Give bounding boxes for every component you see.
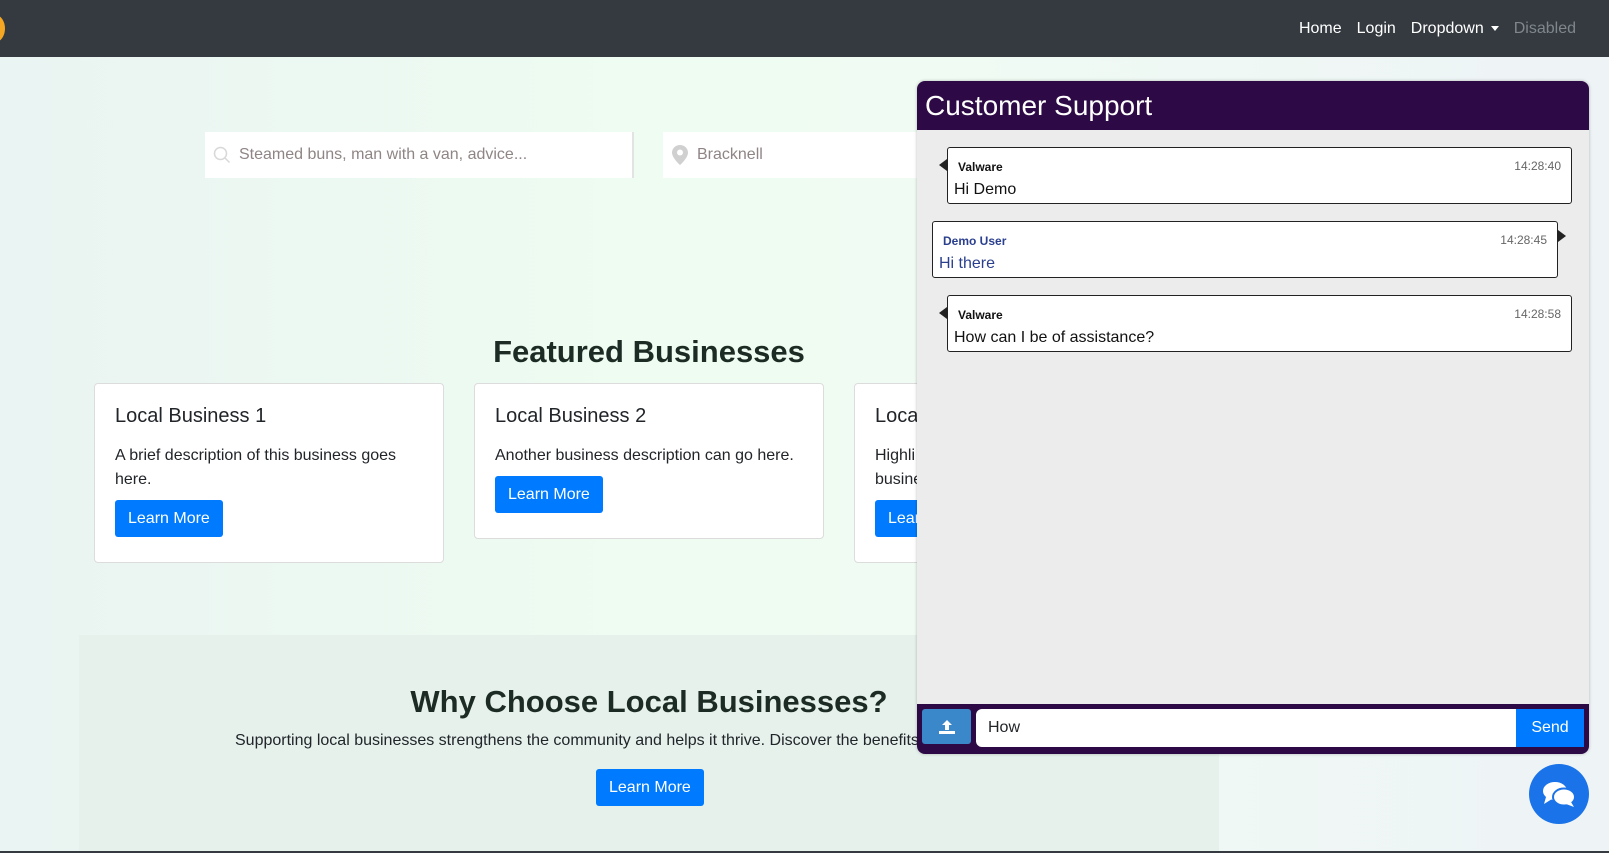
message-time: 14:28:45: [1500, 233, 1547, 247]
chat-message-user: Demo User 14:28:45 Hi there: [932, 221, 1566, 278]
nav-dropdown-toggle[interactable]: Dropdown: [1411, 20, 1499, 38]
upload-button[interactable]: [922, 709, 971, 744]
nav-disabled-link: Disabled: [1513, 19, 1576, 37]
chat-message-input[interactable]: [976, 709, 1516, 747]
chat-panel: Customer Support Valware 14:28:40 Hi Dem…: [917, 81, 1589, 754]
card-description: A brief description of this business goe…: [115, 447, 397, 488]
card-title: Local Business 2: [495, 405, 647, 427]
message-sender: Valware: [958, 308, 1003, 322]
send-button[interactable]: Send: [1516, 709, 1584, 747]
chat-toggle-button[interactable]: [1529, 764, 1589, 824]
message-text: Hi there: [939, 255, 996, 272]
bubble-tail-icon: [1558, 230, 1566, 242]
bubble-tail-icon: [939, 307, 947, 319]
message-sender: Valware: [958, 160, 1003, 174]
nav-login-link[interactable]: Login: [1357, 20, 1396, 38]
navbar: Home Login Dropdown Disabled: [0, 0, 1609, 57]
nav-links: Home Login Dropdown Disabled: [1284, 0, 1576, 57]
search-what-placeholder: Steamed buns, man with a van, advice...: [239, 146, 528, 163]
bubble-tail-icon: [939, 159, 947, 171]
location-pin-icon: [663, 145, 697, 165]
business-card: Local Business 2 Another business descri…: [474, 383, 824, 539]
chat-bubbles-icon: [1543, 782, 1576, 807]
nav-dropdown-label: Dropdown: [1410, 19, 1484, 37]
why-learn-more-button[interactable]: Learn More: [596, 769, 704, 806]
search-icon: [205, 146, 239, 164]
nav-home-link[interactable]: Home: [1299, 20, 1342, 38]
learn-more-button[interactable]: Learn More: [495, 476, 603, 513]
chat-header-title: Customer Support: [917, 81, 1589, 130]
chat-message-agent: Valware 14:28:58 How can I be of assista…: [939, 295, 1572, 352]
message-text: Hi Demo: [954, 181, 1017, 198]
message-sender: Demo User: [943, 234, 1007, 248]
why-text: Supporting local businesses strengthens …: [235, 732, 919, 749]
card-title: Local Business 1: [115, 405, 267, 427]
message-time: 14:28:58: [1514, 307, 1561, 321]
learn-more-button[interactable]: Learn More: [115, 500, 223, 537]
upload-icon: [938, 719, 955, 734]
search-where-value: Bracknell: [697, 146, 763, 163]
search-where-field[interactable]: Bracknell: [663, 132, 923, 178]
chat-footer: Send: [917, 704, 1589, 754]
message-time: 14:28:40: [1514, 159, 1561, 173]
card-description: Another business description can go here…: [495, 447, 794, 464]
chat-message-agent: Valware 14:28:40 Hi Demo: [939, 147, 1572, 204]
caret-down-icon: [1490, 26, 1499, 31]
search-what-field[interactable]: Steamed buns, man with a van, advice...: [205, 132, 634, 178]
message-text: How can I be of assistance?: [954, 329, 1155, 346]
brand-logo-icon[interactable]: [0, 15, 5, 42]
business-card: Local Business 1 A brief description of …: [94, 383, 444, 563]
